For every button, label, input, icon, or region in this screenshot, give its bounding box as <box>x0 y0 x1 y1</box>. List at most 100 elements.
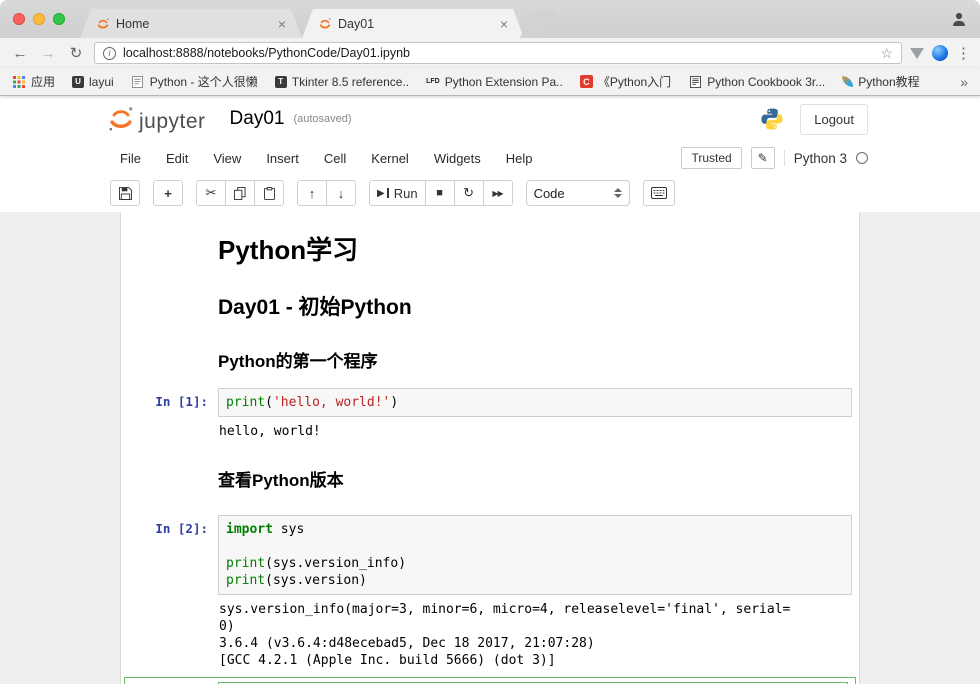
close-window-button[interactable] <box>13 13 25 25</box>
bookmark-star-icon[interactable]: ☆ <box>880 45 893 62</box>
zoom-window-button[interactable] <box>53 13 65 25</box>
move-cell-up-button[interactable]: ↑ <box>297 180 327 206</box>
bookmark-label: Python Extension Pa.. <box>445 75 563 89</box>
markdown-cell-section2[interactable]: 查看Python版本 <box>121 440 859 491</box>
reload-icon[interactable]: ↻ <box>66 46 86 61</box>
bookmark-layui[interactable]: U layui <box>72 75 114 89</box>
bookmark-python-intro[interactable]: C 《Python入门 <box>580 73 671 90</box>
tab-home[interactable]: Home × <box>80 9 302 38</box>
interrupt-kernel-button[interactable]: ■ <box>425 180 455 206</box>
csdn-icon: C <box>580 75 593 88</box>
extension-triangle-icon[interactable] <box>910 48 924 59</box>
run-label: Run <box>394 186 418 201</box>
bookmark-python-tutorial[interactable]: Python教程 <box>842 73 919 90</box>
input-prompt: In [1]: <box>121 388 218 417</box>
command-palette-button[interactable] <box>643 180 675 206</box>
logout-button[interactable]: Logout <box>800 104 868 135</box>
minimize-window-button[interactable] <box>33 13 45 25</box>
jupyter-menubar: File Edit View Insert Cell Kernel Widget… <box>0 142 980 174</box>
menu-view[interactable]: View <box>213 151 241 166</box>
paste-cell-button[interactable] <box>254 180 284 206</box>
code-editor[interactable]: import sysprint(sys.version_info)print(s… <box>218 515 852 595</box>
trusted-button[interactable]: Trusted <box>681 147 741 169</box>
copy-icon <box>234 187 246 200</box>
cell-output-text: sys.version_info(major=3, minor=6, micro… <box>218 595 852 669</box>
run-icon-bar <box>387 188 389 198</box>
notebook-title[interactable]: Day01 <box>230 108 285 130</box>
browser-window: Home × Day01 × <box>0 0 980 684</box>
jupyter-logo-text: jupyter <box>139 110 206 134</box>
markdown-cell-subtitle[interactable]: Day01 - 初始Python <box>121 267 859 321</box>
bookmarks-overflow-icon[interactable]: » <box>960 74 968 90</box>
restart-run-all-button[interactable]: ▶▶ <box>483 180 513 206</box>
select-arrows-icon <box>614 188 622 198</box>
url-text[interactable]: localhost:8888/notebooks/PythonCode/Day0… <box>123 46 873 60</box>
code-cell-2-output: sys.version_info(major=3, minor=6, micro… <box>121 595 859 669</box>
paste-icon <box>264 187 275 200</box>
markdown-cell-section1[interactable]: Python的第一个程序 <box>121 321 859 372</box>
menubar-right: Trusted ✎ Python 3 <box>681 147 868 169</box>
code-cell-1-output: hello, world! <box>121 417 859 440</box>
book-icon <box>688 75 702 89</box>
notebook-toolbar: + ✂ ↑ ↓ ▶ Ru <box>0 174 980 212</box>
markdown-cell-title[interactable]: Python学习 <box>121 224 859 267</box>
menu-cell[interactable]: Cell <box>324 151 346 166</box>
python-logo-icon <box>759 106 785 132</box>
menu-edit[interactable]: Edit <box>166 151 188 166</box>
empty-prompt <box>121 321 218 372</box>
extension-globe-icon[interactable] <box>932 45 948 61</box>
tab-close-icon[interactable]: × <box>278 17 286 31</box>
save-button[interactable] <box>110 180 140 206</box>
bookmark-python-blog[interactable]: Python - 这个人很懒 <box>131 73 258 90</box>
bookmark-apps[interactable]: 应用 <box>12 73 55 90</box>
cut-cell-button[interactable]: ✂ <box>196 180 226 206</box>
copy-cell-button[interactable] <box>225 180 255 206</box>
apps-grid-icon <box>12 75 26 89</box>
menu-kernel[interactable]: Kernel <box>371 151 409 166</box>
address-bar[interactable]: i localhost:8888/notebooks/PythonCode/Da… <box>94 42 902 64</box>
tab-day01[interactable]: Day01 × <box>302 9 524 38</box>
page-info-icon[interactable]: i <box>103 47 116 60</box>
cell-output-text: hello, world! <box>218 417 852 440</box>
heading-1: Python学习 <box>218 230 852 267</box>
bookmark-python-cookbook[interactable]: Python Cookbook 3r... <box>688 75 825 89</box>
edit-mode-pencil-icon: ✎ <box>751 147 775 169</box>
code-cell-1[interactable]: In [1]: print('hello, world!') <box>121 388 859 417</box>
code-token: ) <box>390 395 398 410</box>
bookmark-label: layui <box>89 75 114 89</box>
notebook-container: Python学习 Day01 - 初始Python Python的第一个程序 I… <box>120 212 860 684</box>
bookmark-tkinter[interactable]: T Tkinter 8.5 reference.. <box>275 75 409 89</box>
bookmark-python-extensions[interactable]: LFD Python Extension Pa.. <box>426 75 563 89</box>
notebook-area: Python学习 Day01 - 初始Python Python的第一个程序 I… <box>0 212 980 684</box>
lfd-icon: LFD <box>426 78 440 85</box>
code-editor[interactable]: print('hello, world!') <box>218 388 852 417</box>
run-cell-button[interactable]: ▶ Run <box>369 180 426 206</box>
heading-3: Python的第一个程序 <box>218 347 852 372</box>
jupyter-favicon-icon <box>96 17 110 31</box>
bookmark-label: 《Python入门 <box>598 73 671 90</box>
bookmarks-bar: 应用 U layui Python - 这个人很懒 T Tkinter 8.5 … <box>0 68 980 96</box>
add-cell-button[interactable]: + <box>153 180 183 206</box>
back-icon[interactable]: ← <box>10 46 30 61</box>
menu-insert[interactable]: Insert <box>266 151 299 166</box>
cell-type-dropdown[interactable]: Code <box>526 180 630 206</box>
menu-help[interactable]: Help <box>506 151 533 166</box>
menu-file[interactable]: File <box>120 151 141 166</box>
tab-close-icon[interactable]: × <box>500 17 508 31</box>
heading-3: 查看Python版本 <box>218 466 852 491</box>
profile-avatar-icon[interactable] <box>951 11 967 27</box>
header-right: Logout <box>759 104 868 135</box>
move-cell-down-button[interactable]: ↓ <box>326 180 356 206</box>
empty-prompt <box>121 224 218 267</box>
browser-menu-icon[interactable]: ⋮ <box>956 44 970 62</box>
code-token: print <box>226 573 265 588</box>
jupyter-logo[interactable]: jupyter <box>106 104 206 134</box>
menu-widgets[interactable]: Widgets <box>434 151 481 166</box>
code-token: (sys.version_info) <box>265 556 406 571</box>
code-cell-2[interactable]: In [2]: import sysprint(sys.version_info… <box>121 515 859 595</box>
forward-icon[interactable]: → <box>38 46 58 61</box>
new-tab-button[interactable] <box>520 11 556 38</box>
code-token: import <box>226 522 273 537</box>
code-cell-3-editing[interactable]: In [ ]: <box>124 677 856 684</box>
restart-kernel-button[interactable]: ↻ <box>454 180 484 206</box>
